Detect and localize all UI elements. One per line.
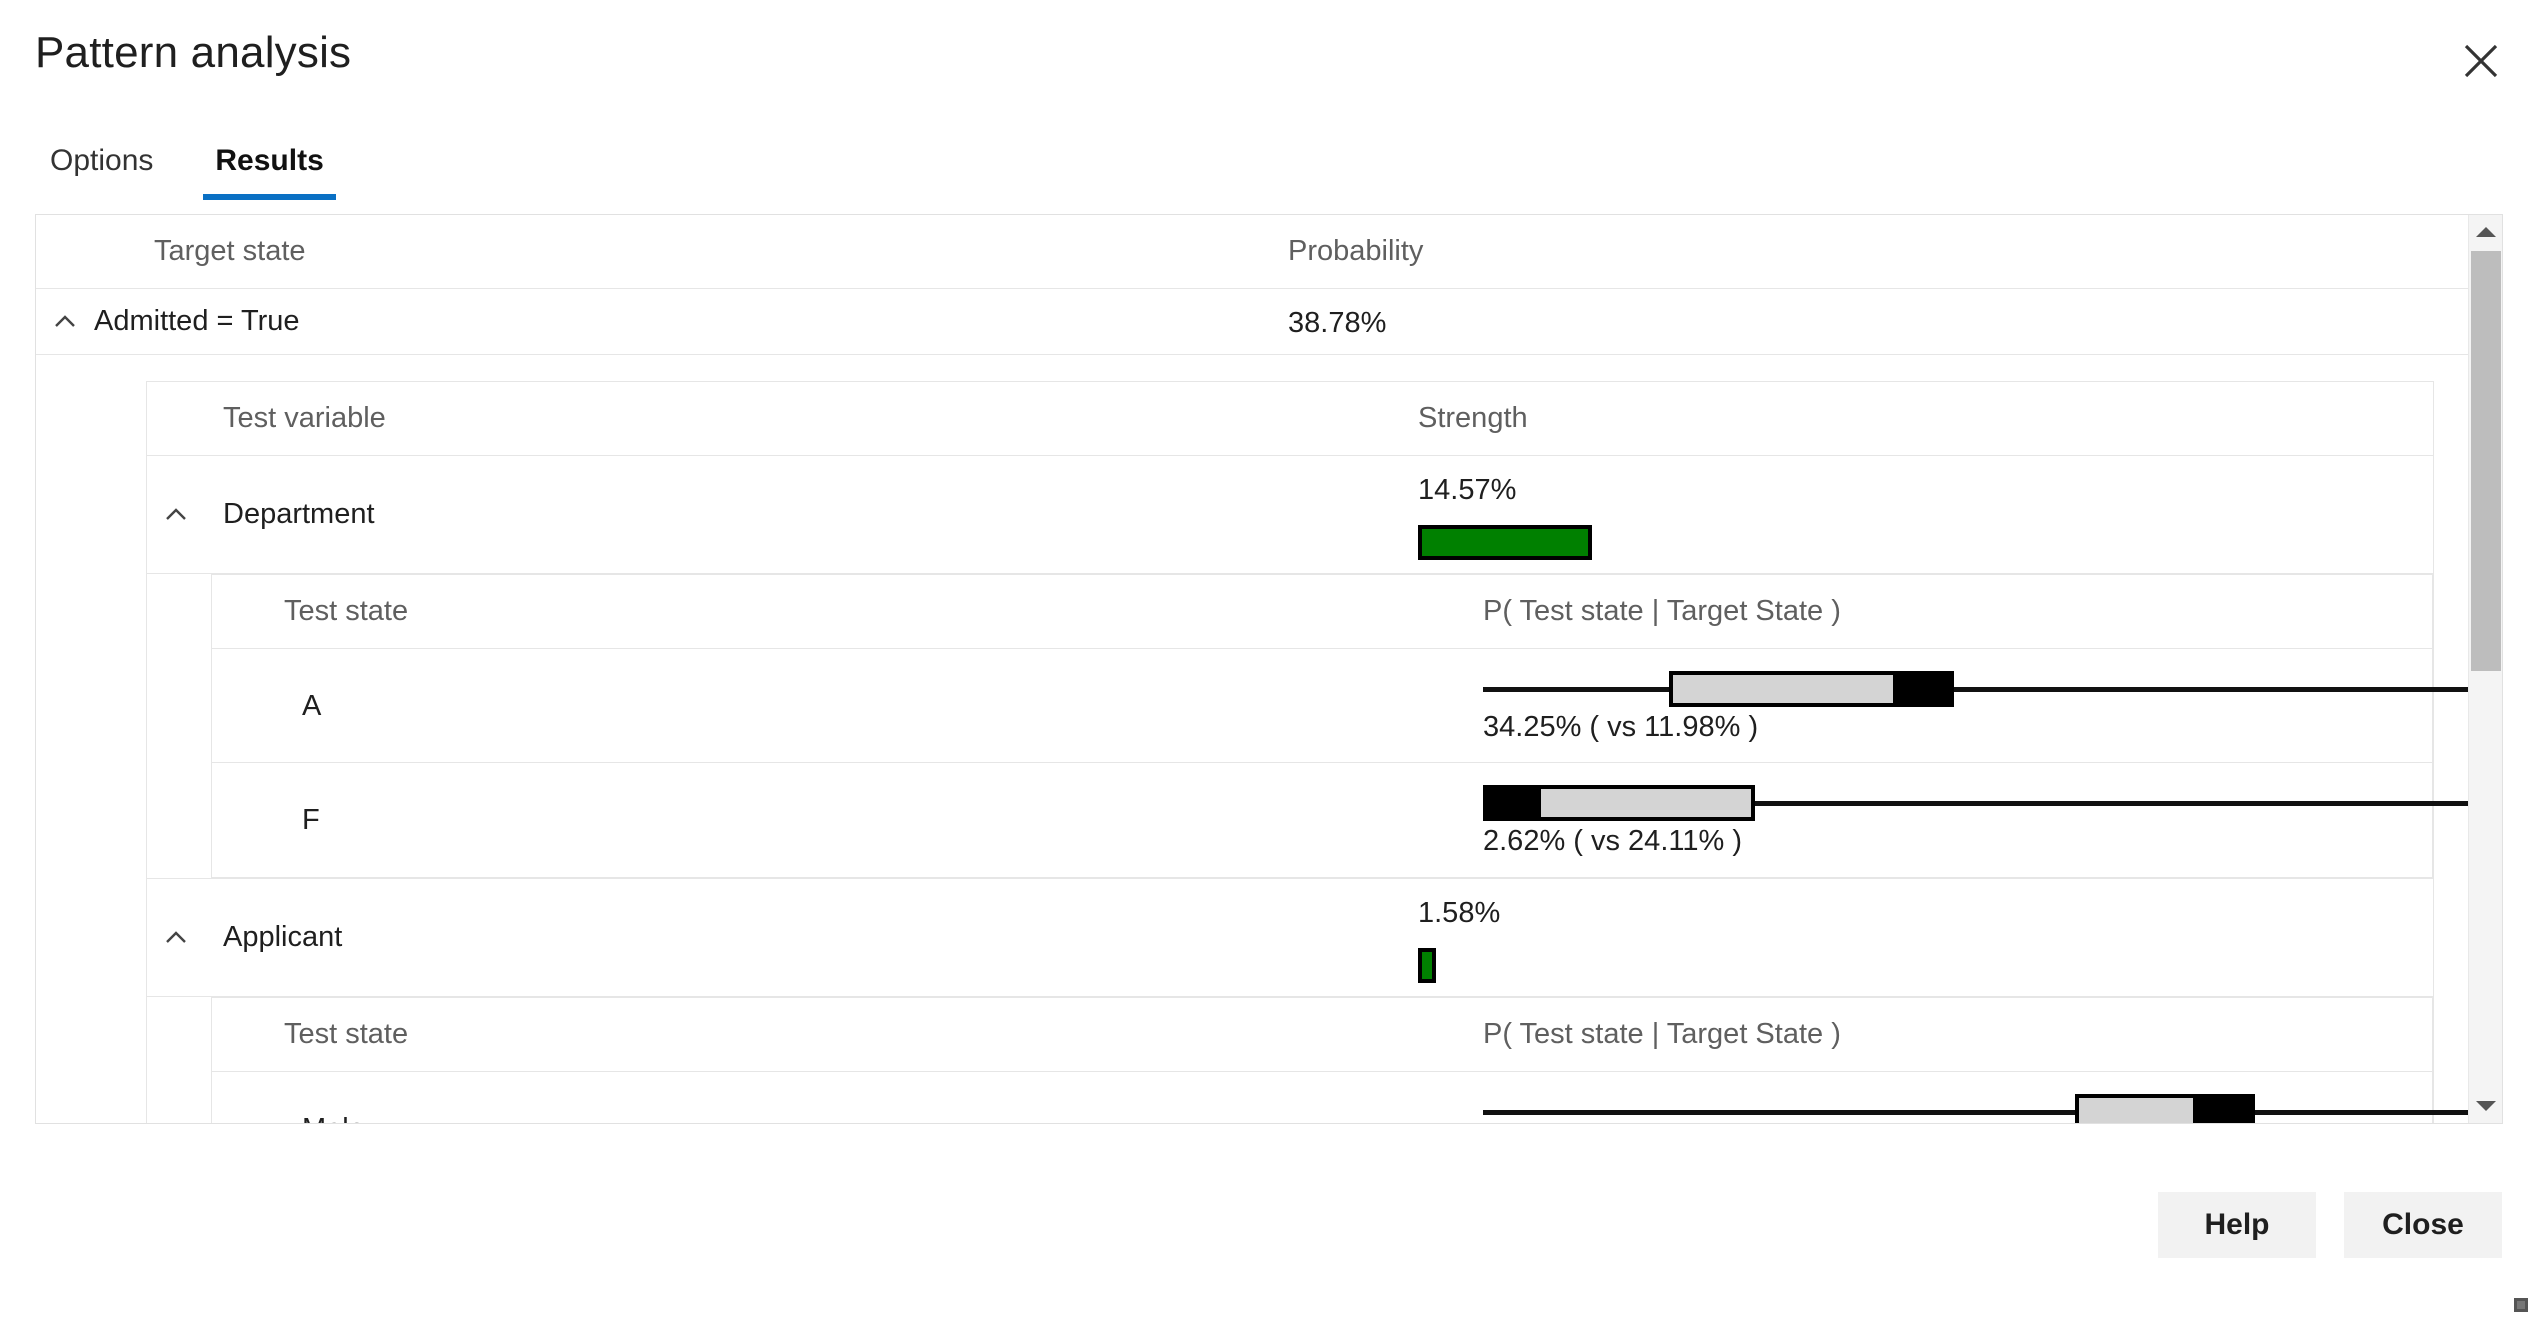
test-state-row[interactable]: A 34.25% ( vs 11.98% ) (212, 649, 2468, 763)
tab-results[interactable]: Results (203, 140, 337, 200)
test-state-label: F (302, 803, 320, 836)
test-state-label: A (302, 689, 322, 722)
dialog-titlebar: Pattern analysis (0, 0, 2538, 108)
distribution-marker (1483, 785, 1545, 821)
probability-column-header: Probability (1288, 235, 1424, 267)
strength-cell: 1.58% (1418, 899, 1818, 983)
scrollbar-thumb[interactable] (2471, 251, 2501, 671)
test-state-table: Test state P( Test state | Target State … (211, 574, 2468, 878)
caret-up-icon[interactable] (2469, 215, 2502, 249)
distribution-chart: 2.62% ( vs 24.11% ) (1483, 763, 2468, 877)
strength-column-header: Strength (1418, 402, 1528, 434)
tabstrip: Options Results (38, 140, 337, 202)
test-state-column-header: Test state (284, 1018, 409, 1050)
strength-bar (1418, 525, 1592, 560)
caret-down-icon[interactable] (2469, 1089, 2502, 1123)
dialog-title: Pattern analysis (35, 28, 352, 77)
dialog-footer: Help Close (2158, 1192, 2502, 1258)
test-state-row[interactable]: F 2.62% ( vs 24.11% ) (212, 763, 2468, 877)
test-state-table: Test state P( Test state | Target State … (211, 997, 2468, 1124)
distribution-marker (2193, 1094, 2255, 1123)
test-state-row[interactable]: Male (212, 1072, 2468, 1124)
test-state-section: Test state P( Test state | Target State … (147, 997, 2468, 1124)
test-variable-column-header: Test variable (223, 402, 386, 434)
target-state-label: Admitted = True (94, 305, 300, 337)
target-state-table: Target state Probability Admitted = True… (36, 215, 2468, 1123)
help-button[interactable]: Help (2158, 1192, 2316, 1258)
results-scroll-area: Target state Probability Admitted = True… (35, 214, 2503, 1124)
strength-value: 1.58% (1418, 897, 1501, 929)
test-variable-header-row: Test variable Strength (147, 382, 2433, 456)
test-variable-label: Department (223, 498, 375, 530)
test-state-column-header: Test state (284, 595, 409, 627)
distribution-box (1537, 785, 1755, 821)
target-state-row[interactable]: Admitted = True 38.78% (36, 289, 2468, 355)
test-state-section: Test state P( Test state | Target State … (147, 574, 2468, 879)
chevron-up-icon[interactable] (36, 307, 94, 337)
chevron-up-icon[interactable] (147, 500, 205, 530)
strength-value: 14.57% (1418, 474, 1517, 506)
target-state-probability: 38.78% (1288, 307, 1387, 339)
test-state-probability: 2.62% ( vs 24.11% ) (1483, 825, 1742, 857)
target-state-header-row: Target state Probability (36, 215, 2468, 289)
close-icon[interactable] (2446, 26, 2516, 96)
distribution-marker (1893, 671, 1954, 707)
test-state-header-row: Test state P( Test state | Target State … (212, 998, 2432, 1072)
test-state-header-row: Test state P( Test state | Target State … (212, 575, 2432, 649)
strength-cell: 14.57% (1418, 476, 1818, 560)
distribution-box (2075, 1094, 2203, 1123)
conditional-probability-column-header: P( Test state | Target State ) (1483, 595, 1841, 627)
conditional-probability-column-header: P( Test state | Target State ) (1483, 1018, 1841, 1050)
test-state-probability: 34.25% ( vs 11.98% ) (1483, 711, 1759, 743)
tab-options[interactable]: Options (38, 140, 165, 200)
distribution-axis (1483, 1110, 2468, 1115)
test-variable-table: Test variable Strength Department 14.57%… (146, 381, 2468, 1124)
test-variable-row[interactable]: Applicant 1.58% (147, 879, 2433, 997)
distribution-chart (1483, 1072, 2468, 1123)
vertical-scrollbar[interactable] (2468, 215, 2502, 1123)
test-variable-row[interactable]: Department 14.57% (147, 456, 2433, 574)
resize-grip[interactable] (2514, 1298, 2528, 1312)
test-variable-label: Applicant (223, 921, 343, 953)
close-button[interactable]: Close (2344, 1192, 2502, 1258)
chevron-up-icon[interactable] (147, 923, 205, 953)
results-content: Target state Probability Admitted = True… (36, 215, 2468, 1123)
distribution-axis (1483, 687, 2468, 692)
strength-bar (1418, 948, 1436, 983)
test-state-label: Male (302, 1113, 365, 1124)
target-state-column-header: Target state (154, 235, 306, 267)
pattern-analysis-dialog: Pattern analysis Options Results Target … (0, 0, 2538, 1320)
distribution-chart: 34.25% ( vs 11.98% ) (1483, 649, 2468, 763)
